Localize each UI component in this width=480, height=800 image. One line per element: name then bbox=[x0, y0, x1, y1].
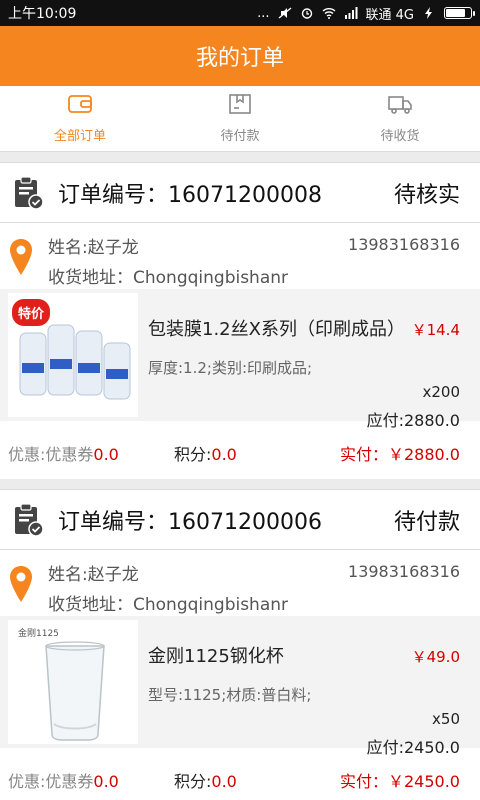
points-label: 积分: bbox=[174, 772, 212, 791]
product-title: 包装膜1.2丝X系列（印刷成品） bbox=[148, 319, 405, 340]
clipboard-check-icon bbox=[12, 175, 44, 210]
product-image: 金刚1125 bbox=[8, 620, 138, 744]
truck-icon bbox=[387, 93, 413, 119]
amount-paid: 实付：￥2450.0 bbox=[340, 772, 460, 791]
alarm-icon bbox=[300, 7, 314, 19]
recipient-phone: 13983168316 bbox=[348, 562, 460, 581]
product-quantity: x50 bbox=[432, 710, 460, 728]
status-bar: 上午10:09 ... 联通 4G bbox=[0, 0, 480, 26]
wifi-icon bbox=[322, 7, 336, 19]
product-spec: 厚度:1.2;类别:印刷成品; bbox=[148, 359, 313, 377]
product-price: ￥49.0 bbox=[411, 648, 460, 666]
wallet-icon bbox=[67, 93, 93, 119]
status-carrier: 联通 4G bbox=[365, 7, 414, 23]
order-header: 订单编号：16071200008 待核实 bbox=[0, 163, 480, 223]
shipping-address: 收货地址：Chongqingbishanr bbox=[48, 268, 289, 288]
recipient-phone: 13983168316 bbox=[348, 235, 460, 254]
product-title: 金刚1125钢化杯 bbox=[148, 646, 284, 667]
product-image-caption: 金刚1125 bbox=[18, 629, 59, 639]
points: 积分:0.0 bbox=[174, 768, 237, 792]
product-row[interactable]: 金刚1125 金刚1125钢化杯 ￥49.0 型号:1125;材质:普白料; x… bbox=[0, 616, 480, 757]
order-summary: 优惠:优惠券0.0 积分:0.0 实付：￥2450.0 bbox=[0, 748, 480, 800]
shipping-info: 姓名:赵子龙 13983168316 收货地址：Chongqingbishanr bbox=[0, 550, 480, 616]
order-card[interactable]: 订单编号：16071200006 待付款 姓名:赵子龙 13983168316 … bbox=[0, 489, 480, 800]
package-icon bbox=[227, 93, 253, 119]
product-row[interactable]: 特价 包装膜1.2丝X系列（印刷成品） ￥14.4 厚度:1.2;类别:印刷成品… bbox=[0, 289, 480, 430]
order-card[interactable]: 订单编号：16071200008 待核实 姓名:赵子龙 13983168316 … bbox=[0, 162, 480, 479]
location-pin-icon bbox=[8, 237, 34, 277]
signal-icon bbox=[344, 7, 358, 19]
tab-pending-payment[interactable]: 待付款 bbox=[160, 86, 320, 151]
product-image: 特价 bbox=[8, 293, 138, 417]
order-tabs: 全部订单 待付款 待收货 bbox=[0, 86, 480, 152]
status-more-dots: ... bbox=[257, 5, 270, 21]
amount-paid: 实付：￥2880.0 bbox=[340, 445, 460, 464]
location-pin-icon bbox=[8, 564, 34, 604]
points-label: 积分: bbox=[174, 445, 212, 464]
points-value: 0.0 bbox=[211, 772, 237, 791]
points: 积分:0.0 bbox=[174, 441, 237, 465]
tab-pending-receipt[interactable]: 待收货 bbox=[320, 86, 480, 151]
page-title: 我的订单 bbox=[195, 46, 284, 71]
coupon-value: 0.0 bbox=[93, 445, 119, 464]
order-status: 待付款 bbox=[393, 509, 460, 535]
coupon-discount: 优惠:优惠券0.0 bbox=[8, 768, 119, 792]
mute-icon bbox=[278, 7, 292, 19]
product-spec: 型号:1125;材质:普白料; bbox=[148, 686, 312, 704]
tab-pending-receipt-label: 待收货 bbox=[380, 129, 420, 144]
recipient-name: 姓名:赵子龙 bbox=[48, 238, 139, 258]
tab-pending-payment-label: 待付款 bbox=[220, 129, 260, 144]
shipping-address: 收货地址：Chongqingbishanr bbox=[48, 595, 289, 615]
order-number: 订单编号：16071200008 bbox=[58, 182, 322, 208]
clipboard-check-icon bbox=[12, 502, 44, 537]
coupon-discount: 优惠:优惠券0.0 bbox=[8, 441, 119, 465]
order-header: 订单编号：16071200006 待付款 bbox=[0, 490, 480, 550]
special-offer-badge: 特价 bbox=[12, 299, 51, 326]
battery-level bbox=[446, 9, 465, 17]
product-quantity: x200 bbox=[422, 383, 460, 401]
product-price: ￥14.4 bbox=[411, 321, 460, 339]
page-header: 我的订单 bbox=[0, 26, 480, 86]
order-number: 订单编号：16071200006 bbox=[58, 509, 322, 535]
status-time: 上午10:09 bbox=[8, 6, 77, 22]
battery-icon bbox=[444, 7, 475, 19]
order-status: 待核实 bbox=[393, 182, 460, 208]
coupon-label: 优惠:优惠券 bbox=[8, 445, 94, 464]
coupon-label: 优惠:优惠券 bbox=[8, 772, 94, 791]
tab-all-orders-label: 全部订单 bbox=[53, 129, 106, 144]
order-summary: 优惠:优惠券0.0 积分:0.0 实付：￥2880.0 bbox=[0, 421, 480, 479]
points-value: 0.0 bbox=[211, 445, 237, 464]
charging-icon bbox=[422, 7, 436, 19]
coupon-value: 0.0 bbox=[93, 772, 119, 791]
shipping-info: 姓名:赵子龙 13983168316 收货地址：Chongqingbishanr bbox=[0, 223, 480, 289]
order-list: 订单编号：16071200008 待核实 姓名:赵子龙 13983168316 … bbox=[0, 152, 480, 800]
recipient-name: 姓名:赵子龙 bbox=[48, 565, 139, 585]
tab-all-orders[interactable]: 全部订单 bbox=[0, 86, 160, 151]
